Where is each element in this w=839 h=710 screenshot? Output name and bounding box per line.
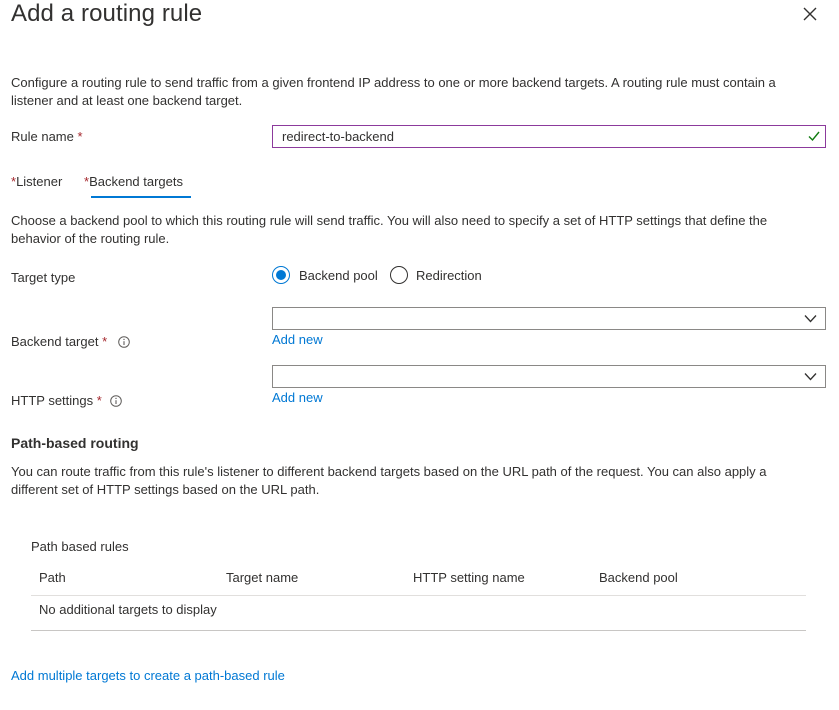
backend-targets-description: Choose a backend pool to which this rout… — [11, 213, 768, 246]
target-type-label: Target type — [11, 270, 76, 285]
rule-name-input[interactable]: redirect-to-backend — [272, 125, 826, 148]
http-settings-label: HTTP settings * — [11, 393, 102, 408]
tab-backend-targets[interactable]: *Backend targets — [84, 174, 183, 189]
table-bottom-divider — [31, 630, 806, 631]
selected-tab-indicator — [91, 196, 191, 198]
path-routing-heading: Path-based routing — [11, 435, 139, 451]
table-header-divider — [31, 595, 806, 596]
path-routing-description: You can route traffic from this rule's l… — [11, 464, 767, 497]
close-icon[interactable] — [800, 4, 820, 24]
radio-backend-pool-label[interactable]: Backend pool — [299, 268, 378, 283]
tab-listener[interactable]: *Listener — [11, 174, 62, 189]
http-settings-select[interactable] — [272, 365, 826, 388]
backend-target-add-new-link[interactable]: Add new — [272, 332, 323, 347]
chevron-down-icon — [804, 373, 817, 381]
add-multiple-targets-link[interactable]: Add multiple targets to create a path-ba… — [11, 668, 285, 683]
radio-redirection-label[interactable]: Redirection — [416, 268, 482, 283]
chevron-down-icon — [804, 315, 817, 323]
path-rules-table-title: Path based rules — [31, 539, 129, 554]
column-header-backend-pool[interactable]: Backend pool — [599, 570, 678, 585]
panel-description: Configure a routing rule to send traffic… — [11, 75, 776, 108]
empty-table-message: No additional targets to display — [39, 602, 217, 617]
radio-redirection[interactable] — [390, 266, 408, 284]
info-icon[interactable] — [110, 395, 122, 407]
backend-target-select[interactable] — [272, 307, 826, 330]
panel-title: Add a routing rule — [11, 0, 203, 27]
radio-backend-pool[interactable] — [272, 266, 290, 284]
backend-target-label: Backend target * — [11, 334, 108, 349]
column-header-http-setting-name[interactable]: HTTP setting name — [413, 570, 525, 585]
http-settings-add-new-link[interactable]: Add new — [272, 390, 323, 405]
checkmark-icon — [808, 131, 820, 142]
info-icon[interactable] — [118, 336, 130, 348]
column-header-path[interactable]: Path — [39, 570, 66, 585]
rule-name-label: Rule name * — [11, 129, 83, 144]
column-header-target-name[interactable]: Target name — [226, 570, 298, 585]
close-button[interactable] — [800, 4, 820, 24]
required-mark: * — [77, 129, 83, 144]
